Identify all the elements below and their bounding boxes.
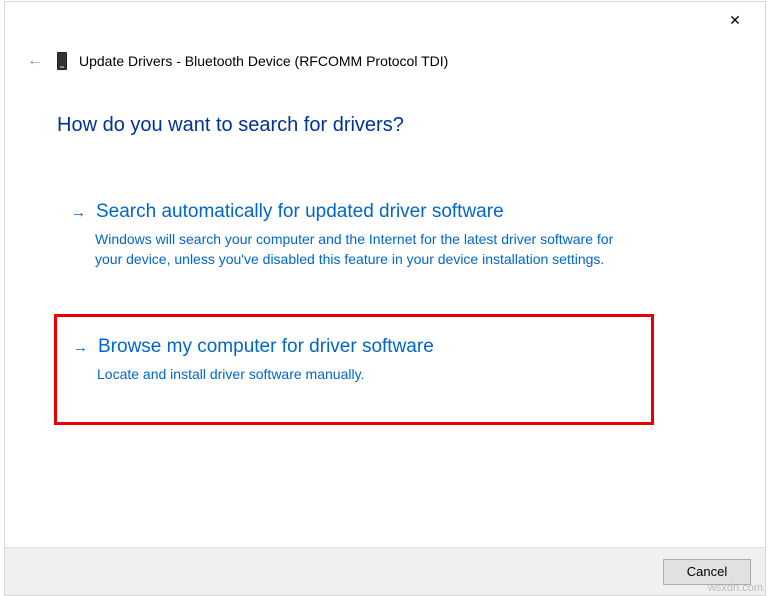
close-icon: ✕	[729, 12, 741, 29]
close-button[interactable]: ✕	[715, 6, 755, 34]
back-arrow-icon[interactable]: ←	[25, 52, 45, 70]
option-title: Browse my computer for driver software	[98, 335, 434, 360]
option-title: Search automatically for updated driver …	[96, 200, 504, 225]
arrow-right-icon: →	[71, 204, 86, 221]
update-drivers-dialog: ✕ ← Update Drivers - Bluetooth Device (R…	[4, 1, 766, 596]
cancel-button[interactable]: Cancel	[663, 559, 751, 585]
device-icon	[57, 52, 67, 70]
option-description: Windows will search your computer and th…	[95, 229, 635, 270]
watermark: wsxdn.com	[708, 582, 763, 594]
option-search-automatically[interactable]: → Search automatically for updated drive…	[61, 192, 651, 283]
dialog-title: Update Drivers - Bluetooth Device (RFCOM…	[79, 53, 448, 69]
main-question: How do you want to search for drivers?	[57, 114, 404, 137]
arrow-right-icon: →	[73, 339, 88, 356]
option-browse-computer[interactable]: → Browse my computer for driver software…	[54, 314, 654, 425]
option-description: Locate and install driver software manua…	[97, 364, 637, 384]
dialog-header: ← Update Drivers - Bluetooth Device (RFC…	[25, 52, 448, 70]
dialog-footer: Cancel	[5, 547, 765, 595]
